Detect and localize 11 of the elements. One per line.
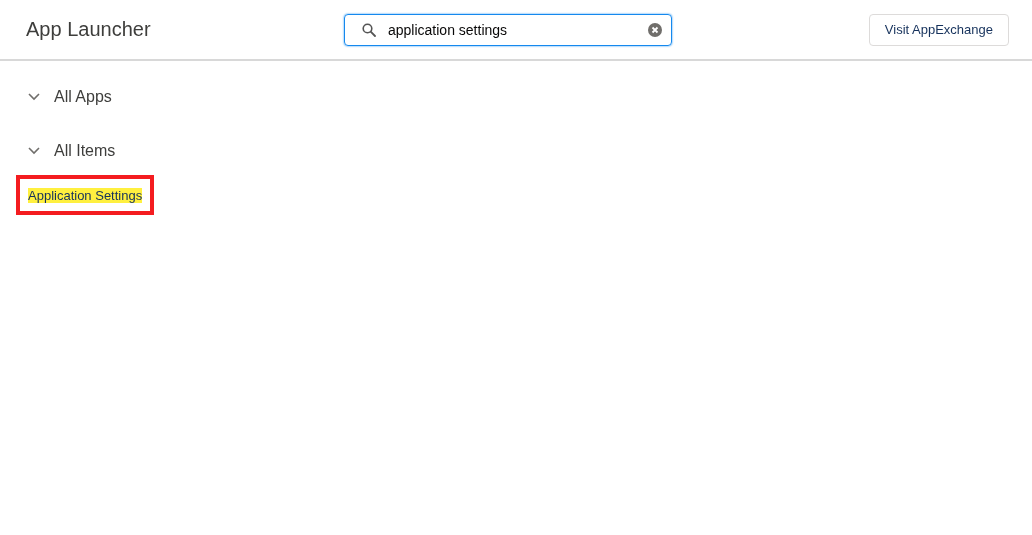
visit-appexchange-button[interactable]: Visit AppExchange [868, 13, 1009, 46]
chevron-icon [28, 147, 40, 155]
page-title: App Launcher [26, 18, 152, 41]
chevron-icon [28, 93, 40, 101]
item-link[interactable]: Application Settings [28, 188, 143, 203]
clear-icon[interactable] [648, 22, 662, 37]
search-icon [362, 22, 376, 37]
section-toggle[interactable]: All Items [16, 141, 1016, 161]
section-toggle[interactable]: All Apps [16, 87, 1016, 107]
search-input[interactable]: application settings [388, 21, 636, 38]
search-field[interactable]: application settings [344, 13, 672, 46]
